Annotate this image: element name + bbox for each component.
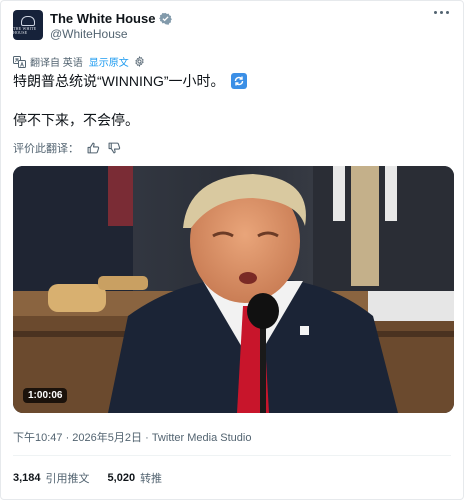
author-display-name[interactable]: The White House xyxy=(50,11,155,26)
author-name-row: The White House xyxy=(50,11,173,26)
tweet-meta: 下午10:47 · 2026年5月2日 · Twitter Media Stud… xyxy=(13,429,251,445)
retweets-label: 转推 xyxy=(140,473,163,485)
translated-from-label: 翻译自 英语 xyxy=(30,58,83,69)
avatar[interactable]: THE WHITE HOUSE xyxy=(13,10,43,40)
author-handle[interactable]: @WhiteHouse xyxy=(50,27,128,41)
tweet-text-line2: 停不下来，不会停。 xyxy=(13,112,139,128)
avatar-logo-text: THE WHITE HOUSE xyxy=(13,25,37,35)
tweet-card: THE WHITE HOUSE The White House @WhiteHo… xyxy=(0,0,464,500)
meta-separator: · xyxy=(145,432,152,444)
quote-tweets-label: 引用推文 xyxy=(45,473,90,485)
quote-tweets-count: 3,184 xyxy=(13,472,41,484)
rate-translation-row: 评价此翻译： xyxy=(13,140,121,156)
translation-bar: 翻译自 英语 显示原文 xyxy=(13,54,145,69)
translate-icon xyxy=(13,55,26,68)
retweets-stat[interactable]: 5,020 转推 xyxy=(108,470,163,486)
video-player[interactable]: 1:00:06 xyxy=(13,166,454,413)
tweet-stats: 3,184 引用推文 5,020 转推 xyxy=(13,470,180,486)
video-duration-badge: 1:00:06 xyxy=(23,388,68,403)
tweet-timestamp[interactable]: 下午10:47 · 2026年5月2日 xyxy=(13,432,142,444)
verified-badge-icon xyxy=(159,12,173,25)
retweets-count: 5,020 xyxy=(107,472,136,484)
tweet-text-1: 特朗普总统说“WINNING”一小时。 xyxy=(13,73,225,89)
gear-icon[interactable] xyxy=(134,56,145,67)
more-options-icon[interactable] xyxy=(434,11,449,14)
show-original-link[interactable]: 显示原文 xyxy=(89,54,129,69)
quote-tweets-stat[interactable]: 3,184 引用推文 xyxy=(13,470,90,486)
repeat-icon xyxy=(230,73,247,89)
divider xyxy=(13,455,451,456)
rate-translation-label: 评价此翻译： xyxy=(13,143,79,155)
tweet-text-line1: 特朗普总统说“WINNING”一小时。 xyxy=(13,71,247,91)
tweet-source[interactable]: Twitter Media Studio xyxy=(152,432,252,444)
thumbs-up-icon[interactable] xyxy=(87,142,100,154)
seal-icon xyxy=(21,15,35,26)
video-frame-image xyxy=(13,166,454,413)
thumbs-down-icon[interactable] xyxy=(108,142,121,154)
